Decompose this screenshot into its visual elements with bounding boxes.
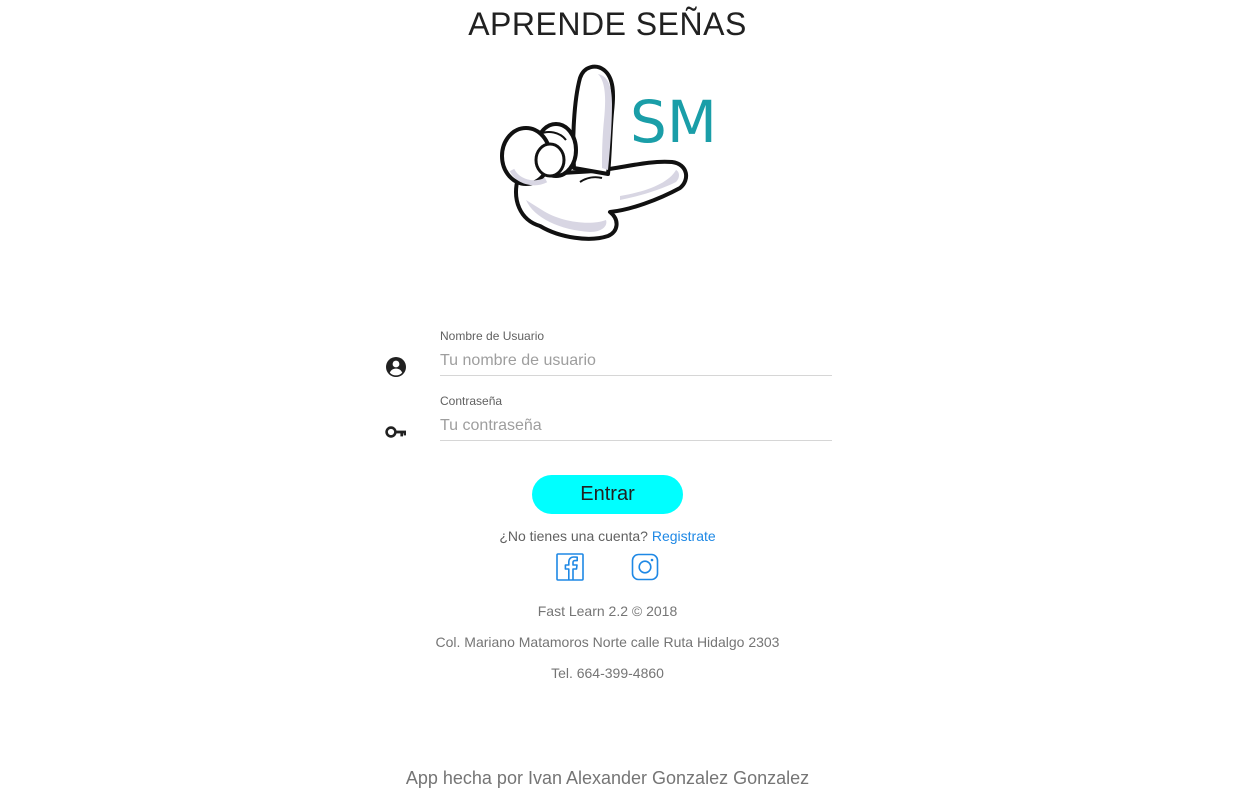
facebook-icon[interactable] [556, 553, 584, 581]
password-label: Contraseña [440, 394, 503, 408]
key-icon [385, 426, 406, 438]
login-button[interactable]: Entrar [532, 475, 683, 514]
page-title: APRENDE SEÑAS [468, 6, 747, 42]
instagram-icon[interactable] [631, 553, 659, 581]
account-circle-icon [386, 357, 406, 377]
username-input[interactable] [440, 347, 832, 376]
username-label: Nombre de Usuario [440, 329, 545, 343]
author-credit: App hecha por Ivan Alexander Gonzalez Go… [405, 768, 810, 788]
signup-row: ¿No tienes una cuenta? Registrate [0, 528, 1215, 544]
logo-text: SM [630, 88, 717, 156]
signup-prompt: ¿No tienes una cuenta? [499, 528, 648, 544]
footer-address: Col. Mariano Matamoros Norte calle Ruta … [435, 634, 780, 650]
logo: SM [500, 64, 717, 241]
register-link[interactable]: Registrate [652, 528, 716, 544]
password-input[interactable] [440, 412, 832, 441]
footer-version: Fast Learn 2.2 © 2018 [537, 603, 678, 619]
footer-phone: Tel. 664-399-4860 [551, 665, 664, 681]
